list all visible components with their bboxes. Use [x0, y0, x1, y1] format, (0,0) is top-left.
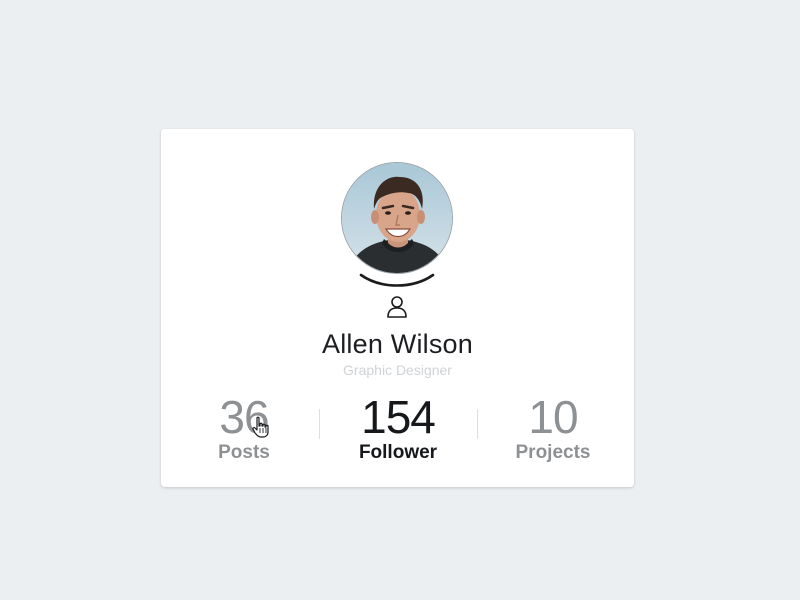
stat-follower[interactable]: 154 Follower	[338, 391, 458, 463]
avatar-photo	[342, 163, 452, 273]
profile-name: Allen Wilson	[322, 329, 473, 359]
avatar[interactable]	[341, 162, 453, 274]
stat-posts-label: Posts	[218, 442, 270, 463]
avatar-arc	[359, 273, 435, 287]
stat-projects[interactable]: 10 Projects	[493, 391, 613, 463]
profile-role: Graphic Designer	[343, 362, 452, 378]
stat-posts-value: 36	[219, 391, 269, 443]
stat-follower-value: 154	[361, 391, 436, 443]
stat-divider	[319, 409, 320, 439]
stat-posts[interactable]: 36 Posts	[184, 391, 304, 463]
stat-projects-value: 10	[528, 391, 578, 443]
profile-card: Allen Wilson Graphic Designer 36 Posts 1…	[161, 129, 634, 487]
stat-projects-label: Projects	[515, 442, 591, 463]
stat-divider	[477, 409, 478, 439]
user-icon[interactable]	[386, 295, 408, 319]
hand-pointer-icon	[252, 416, 269, 438]
stat-follower-label: Follower	[358, 442, 438, 463]
